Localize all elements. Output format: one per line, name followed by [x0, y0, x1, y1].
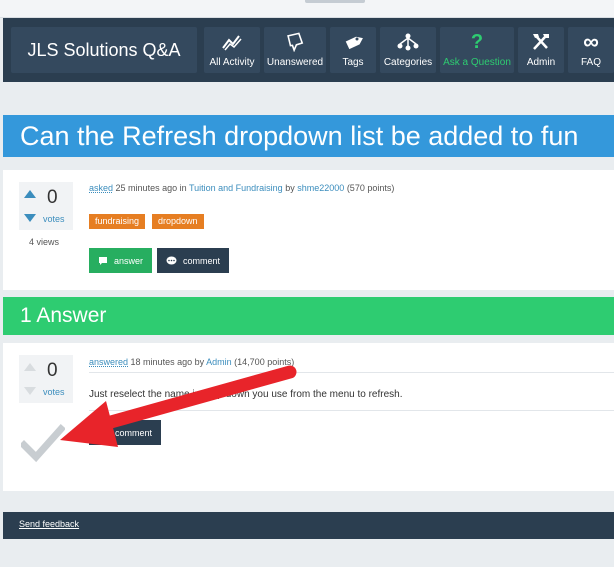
tag-fundraising[interactable]: fundraising [89, 214, 146, 229]
top-strip [0, 0, 614, 18]
nav-tags[interactable]: Tags [330, 27, 376, 73]
top-fragment [305, 0, 365, 3]
comment-button-label: comment [183, 255, 221, 266]
user-points: (570 points) [346, 183, 395, 193]
votes-label: votes [43, 387, 65, 397]
meta-by: by [285, 183, 295, 193]
answer-panel: 0 votes answered 18 minutes ago by Admin… [3, 343, 614, 491]
question-comment-button[interactable]: comment [157, 248, 230, 273]
answers-header: 1 Answer [20, 304, 107, 327]
categories-icon [396, 31, 420, 53]
nav-label: Categories [383, 57, 433, 68]
nav-categories[interactable]: Categories [380, 27, 436, 73]
question-meta: asked 25 minutes ago in Tuition and Fund… [89, 183, 394, 193]
vote-up-icon[interactable] [24, 363, 36, 371]
site-brand[interactable]: JLS Solutions Q&A [11, 27, 197, 73]
question-vote-box: 0 votes [19, 182, 73, 230]
activity-icon [221, 31, 243, 53]
meta-in: in [179, 183, 187, 193]
meta-divider [89, 372, 614, 373]
view-count: 4 views [29, 237, 60, 247]
send-feedback-link[interactable]: Send feedback [19, 519, 79, 529]
tag-dropdown[interactable]: dropdown [152, 214, 204, 229]
vote-count: 0 [47, 187, 58, 208]
footer: Send feedback [3, 512, 614, 539]
answer-meta: answered 18 minutes ago by Admin (14,700… [89, 357, 294, 367]
nav-all-activity[interactable]: All Activity [204, 27, 260, 73]
user-link[interactable]: shme22000 [297, 183, 344, 193]
nav-faq[interactable]: ∞ FAQ [568, 27, 614, 73]
vote-down-icon[interactable] [24, 387, 36, 395]
user-link[interactable]: Admin [206, 357, 232, 367]
question-icon: ? [470, 31, 484, 53]
nav-label: FAQ [580, 57, 601, 68]
navbar: JLS Solutions Q&A All Activity Unanswere… [3, 18, 614, 82]
vote-down-icon[interactable] [24, 214, 36, 222]
question-title-bar: Can the Refresh dropdown list be added t… [3, 115, 614, 157]
answer-text: Just reselect the name in drop down you … [89, 389, 403, 400]
vote-up-icon[interactable] [24, 190, 36, 198]
nav-label: Unanswered [266, 57, 324, 68]
votes-label: votes [43, 214, 65, 224]
nav-label: Tags [342, 57, 364, 68]
nav-admin[interactable]: Admin [518, 27, 564, 73]
nav-ask-question[interactable]: ? Ask a Question [440, 27, 514, 73]
answer-comment-button[interactable]: comment [89, 420, 162, 445]
comment-button-label: comment [115, 427, 153, 438]
comment-icon [98, 428, 109, 438]
nav-label: Admin [526, 57, 556, 68]
tag-icon [342, 31, 364, 53]
category-link[interactable]: Tuition and Fundraising [189, 183, 283, 193]
select-best-answer-checkmark-icon[interactable] [19, 423, 66, 463]
unanswered-icon [284, 31, 306, 53]
user-points: (14,700 points) [234, 357, 295, 367]
answered-link[interactable]: answered [89, 357, 128, 367]
meta-by: by [194, 357, 205, 367]
answered-time: 18 minutes ago [130, 357, 193, 367]
nav-items: All Activity Unanswered Tags Categories … [204, 27, 614, 73]
asked-time: 25 minutes ago [115, 183, 178, 193]
answers-header-bar: 1 Answer [3, 297, 614, 335]
question-panel: 0 votes 4 views asked 25 minutes ago in … [3, 170, 614, 290]
answer-button-label: answer [114, 255, 144, 266]
comment-icon [166, 256, 177, 266]
nav-label: All Activity [209, 57, 255, 68]
asked-link[interactable]: asked [89, 183, 113, 193]
infinity-icon: ∞ [583, 29, 599, 54]
nav-label: Ask a Question [443, 57, 511, 68]
question-title: Can the Refresh dropdown list be added t… [20, 121, 579, 151]
admin-tools-icon [530, 31, 552, 53]
vote-count: 0 [47, 360, 58, 381]
nav-unanswered[interactable]: Unanswered [264, 27, 326, 73]
answer-button[interactable]: answer [89, 248, 153, 273]
speech-bubble-icon [98, 256, 108, 266]
content-divider [89, 410, 614, 411]
answer-vote-box: 0 votes [19, 355, 73, 403]
